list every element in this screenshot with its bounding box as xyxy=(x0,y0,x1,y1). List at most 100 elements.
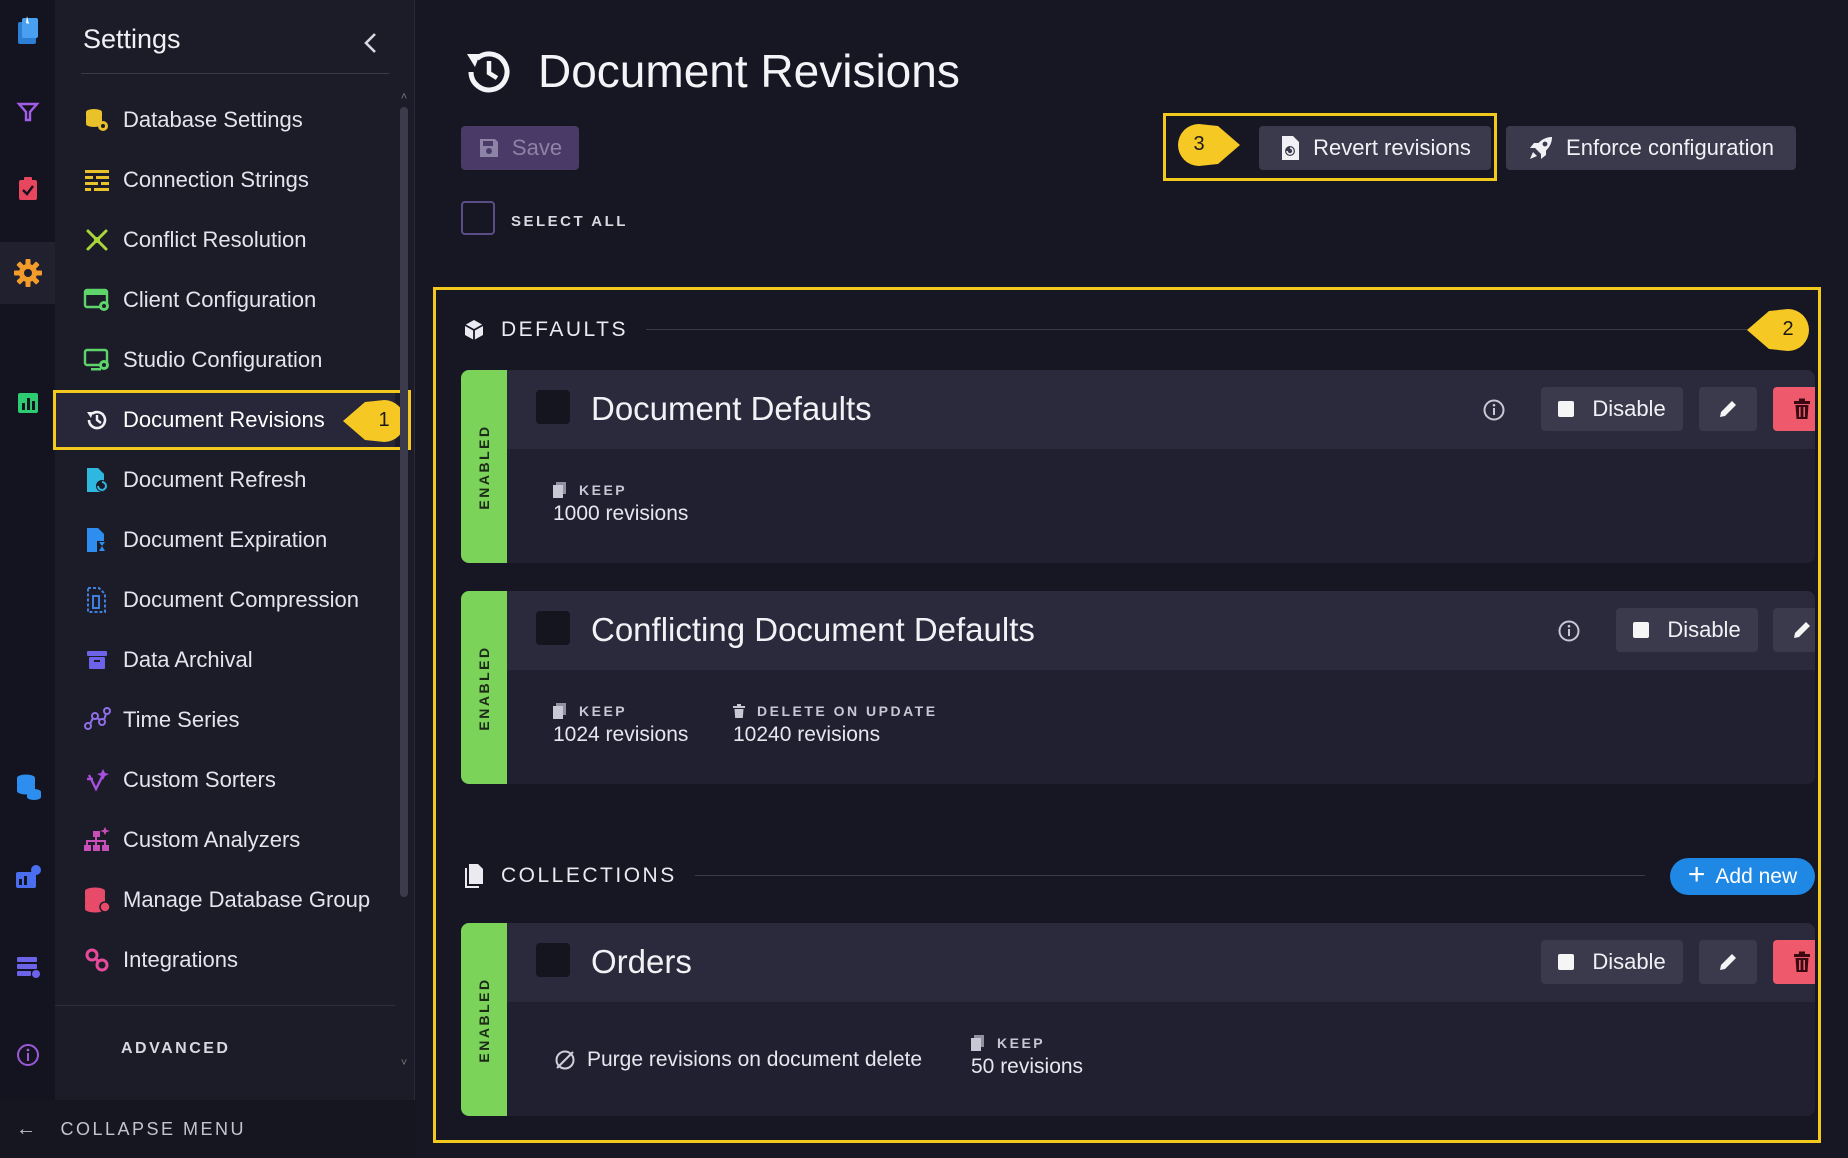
save-button[interactable]: Save xyxy=(461,126,579,170)
menu-item-label: Conflict Resolution xyxy=(123,227,307,252)
add-new-label: Add new xyxy=(1715,864,1798,888)
edit-button[interactable] xyxy=(1699,940,1757,984)
time-series-icon xyxy=(83,706,111,734)
delete-button[interactable] xyxy=(1773,940,1815,984)
menu-item-data-archival[interactable]: Data Archival xyxy=(55,630,395,690)
menu-item-label: Document Compression xyxy=(123,587,359,612)
menu-item-label: Integrations xyxy=(123,947,238,972)
icon-rail xyxy=(0,0,55,1158)
custom-sorters-icon xyxy=(83,766,111,794)
stop-square-icon xyxy=(1633,622,1650,638)
add-new-button[interactable]: + Add new xyxy=(1670,858,1815,895)
menu-item-document-compression[interactable]: Document Compression xyxy=(55,570,395,630)
rail-documents[interactable] xyxy=(0,2,55,60)
callout-2: 2 xyxy=(1745,309,1809,351)
server-icon xyxy=(16,957,40,978)
edit-button[interactable] xyxy=(1699,387,1757,431)
chevron-left-icon xyxy=(364,33,376,53)
menu-advanced-heading[interactable]: ADVANCED xyxy=(121,1040,230,1058)
card-checkbox[interactable] xyxy=(536,390,570,424)
callout-3: 3 xyxy=(1178,124,1242,166)
rail-settings[interactable] xyxy=(0,242,55,304)
floppy-disk-icon xyxy=(478,137,500,159)
history-icon xyxy=(467,51,510,93)
client-configuration-icon xyxy=(83,286,111,314)
edit-button[interactable] xyxy=(1773,608,1815,652)
rail-manage-server[interactable] xyxy=(0,938,55,996)
menu-item-connection-strings[interactable]: Connection Strings xyxy=(55,150,395,210)
collapse-menu-label: COLLAPSE MENU xyxy=(60,1118,247,1139)
rail-cluster[interactable] xyxy=(0,848,55,906)
rail-stats[interactable] xyxy=(0,374,55,432)
collections-section-divider xyxy=(695,875,1645,876)
delete-button[interactable] xyxy=(1773,387,1815,431)
menu-item-label: Database Settings xyxy=(123,107,303,132)
collections-section-label: COLLECTIONS xyxy=(501,864,677,887)
menu-item-custom-sorters[interactable]: Custom Sorters xyxy=(55,750,395,810)
pencil-icon xyxy=(1720,401,1736,417)
enabled-stripe: ENABLED xyxy=(461,370,507,563)
rail-indexes[interactable] xyxy=(0,83,55,141)
info-icon[interactable] xyxy=(1556,618,1582,644)
menu-item-integrations[interactable]: Integrations xyxy=(55,930,395,990)
pencil-icon xyxy=(1720,954,1736,970)
menu-back-button[interactable] xyxy=(355,28,385,58)
revision-config-card: ENABLED Orders Disable Purge revisions o… xyxy=(461,923,1815,1116)
menu-item-database-settings[interactable]: Database Settings xyxy=(55,90,395,150)
keep-meta: KEEP 1000 revisions xyxy=(553,482,688,526)
menu-item-label: Manage Database Group xyxy=(123,887,371,912)
document-refresh-icon xyxy=(83,466,111,494)
purge-on-delete: Purge revisions on document delete xyxy=(553,1048,922,1072)
menu-item-manage-database-group[interactable]: Manage Database Group xyxy=(55,870,395,930)
menu-item-label: Custom Sorters xyxy=(123,767,276,792)
collapse-menu-button[interactable]: ← COLLAPSE MENU xyxy=(0,1100,415,1158)
disable-button[interactable]: Disable xyxy=(1541,387,1683,431)
rail-databases[interactable] xyxy=(0,757,55,815)
documents-stack-icon xyxy=(553,703,567,719)
revert-revisions-button[interactable]: Revert revisions xyxy=(1259,126,1491,170)
enabled-stripe: ENABLED xyxy=(461,923,507,1116)
settings-menu-list: Database Settings Connection Strings Con… xyxy=(53,90,411,990)
callout-3-number: 3 xyxy=(1193,132,1205,155)
menu-item-label: Custom Analyzers xyxy=(123,827,301,852)
card-checkbox[interactable] xyxy=(536,943,570,977)
enforce-configuration-button[interactable]: Enforce configuration xyxy=(1506,126,1796,170)
disable-button[interactable]: Disable xyxy=(1616,608,1758,652)
info-icon xyxy=(16,1044,39,1066)
connection-strings-icon xyxy=(83,166,111,194)
menu-item-time-series[interactable]: Time Series xyxy=(55,690,395,750)
select-all-label: SELECT ALL xyxy=(511,213,628,230)
menu-item-studio-configuration[interactable]: Studio Configuration xyxy=(55,330,395,390)
documents-stack-icon xyxy=(553,482,567,498)
plus-icon: + xyxy=(1687,858,1706,891)
card-checkbox[interactable] xyxy=(536,611,570,645)
menu-scrollbar[interactable]: ˄ ˅ xyxy=(398,90,410,1069)
menu-item-document-expiration[interactable]: Document Expiration xyxy=(55,510,395,570)
scroll-down-icon[interactable]: ˅ xyxy=(398,1056,410,1070)
card-header: Document Defaults Disable xyxy=(507,370,1815,449)
menu-item-document-refresh[interactable]: Document Refresh xyxy=(55,450,395,510)
callout-2-number: 2 xyxy=(1782,317,1794,340)
select-all-checkbox[interactable] xyxy=(461,201,495,235)
documents-stack-icon xyxy=(971,1035,985,1051)
scrollbar-thumb[interactable] xyxy=(400,107,408,897)
menu-item-conflict-resolution[interactable]: Conflict Resolution xyxy=(55,210,395,270)
rail-tasks[interactable] xyxy=(0,160,55,218)
database-settings-icon xyxy=(83,106,111,134)
keep-label: KEEP xyxy=(579,482,628,498)
menu-item-custom-analyzers[interactable]: Custom Analyzers xyxy=(55,810,395,870)
menu-item-document-revisions[interactable]: Document Revisions 1 xyxy=(53,390,411,450)
scroll-up-icon[interactable]: ˄ xyxy=(398,90,410,104)
rocket-icon xyxy=(1528,135,1554,161)
app: Settings Database Settings Connection St… xyxy=(0,0,1848,1158)
card-header: Orders Disable xyxy=(507,923,1815,1002)
rail-about[interactable] xyxy=(0,1026,55,1084)
disable-button[interactable]: Disable xyxy=(1541,940,1683,984)
info-icon[interactable] xyxy=(1481,397,1507,423)
menu-item-label: Client Configuration xyxy=(123,287,317,312)
menu-item-client-configuration[interactable]: Client Configuration xyxy=(55,270,395,330)
delete-on-update-meta: DELETE ON UPDATE 10240 revisions xyxy=(733,703,938,747)
revision-config-card: ENABLED Conflicting Document Defaults Di… xyxy=(461,591,1815,784)
gear-icon xyxy=(13,259,42,287)
menu-divider xyxy=(81,73,389,74)
